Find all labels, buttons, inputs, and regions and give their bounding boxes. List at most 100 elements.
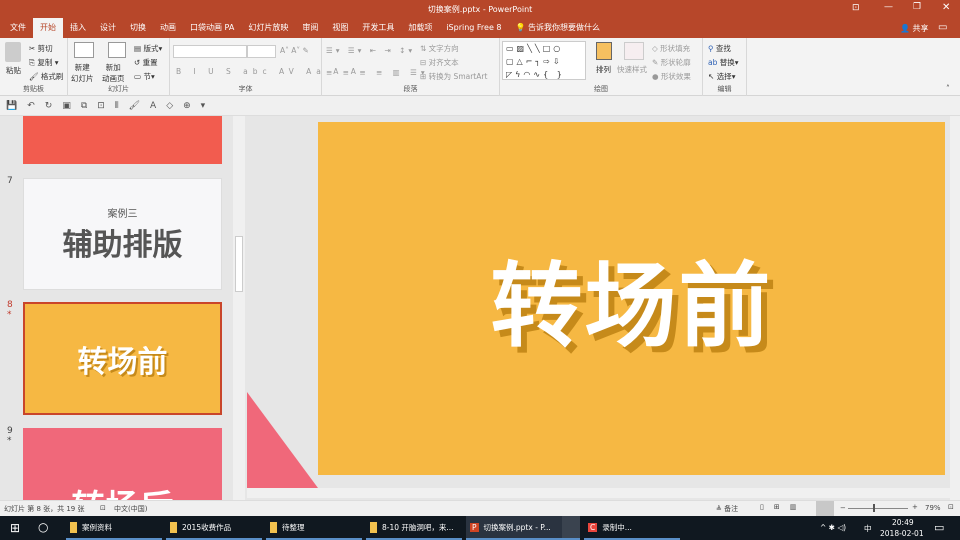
new-animation-page-icon[interactable] [108, 42, 126, 58]
find-button[interactable]: ⚲ 查找 [708, 43, 731, 54]
customize-icon[interactable]: ▾ [201, 101, 206, 111]
align-icon[interactable]: ⫴ [115, 101, 119, 111]
shape-fill-button[interactable]: ◇ 形状填充 [652, 43, 690, 54]
ribbon-display-icon[interactable]: ⊡ [852, 3, 860, 13]
zoom-out-button[interactable]: − [840, 504, 846, 512]
fill-icon[interactable]: ◇ [166, 101, 173, 111]
quick-styles-icon[interactable] [624, 42, 644, 60]
shapes-gallery[interactable]: ▭▨╲╲□○ ▢△⌐┐⇨⇩ ◸ϟ◠∿{ } [502, 41, 586, 80]
text-color-icon[interactable]: A [150, 101, 156, 111]
redo-icon[interactable]: ↻ [45, 101, 53, 111]
tab-animations[interactable]: 动画 [153, 18, 183, 38]
reset-button[interactable]: ↺ 重置 [134, 57, 158, 68]
restore-button[interactable]: ❐ [913, 2, 921, 12]
scrollbar-thumb[interactable] [235, 236, 243, 292]
section-button[interactable]: ▭ 节▾ [134, 71, 155, 82]
zoom-slider[interactable] [848, 508, 908, 509]
copy-button[interactable]: ⎘ 复制 ▾ [29, 57, 59, 68]
font-size-buttons[interactable]: A˄ A˅ ✎ [280, 46, 309, 55]
taskbar-item[interactable]: 案例资料 [66, 516, 162, 540]
notes-button[interactable]: ≜ 备注 [716, 504, 738, 514]
font-name-select[interactable] [173, 45, 247, 58]
slideshow-view-button[interactable] [816, 501, 834, 516]
tab-ispring[interactable]: iSpring Free 8 [439, 18, 508, 38]
tab-file[interactable]: 文件 [0, 18, 33, 38]
from-beginning-icon[interactable]: ▣ [62, 101, 71, 111]
comments-icon[interactable]: ▭ [938, 22, 947, 33]
new-animation-page-button[interactable]: 新加 动画页 [102, 62, 125, 84]
taskbar-item[interactable]: 2015收费作品 [166, 516, 262, 540]
taskbar-item[interactable]: 8-10 开脑洞吧，来... [366, 516, 462, 540]
replace-button[interactable]: ab 替换▾ [708, 57, 739, 68]
align-text-button[interactable]: ⊟ 对齐文本 [420, 57, 459, 68]
tab-slideshow[interactable]: 幻灯片放映 [241, 18, 295, 38]
zoom-level[interactable]: 79% [925, 504, 941, 512]
tab-transitions[interactable]: 切换 [123, 18, 153, 38]
save-icon[interactable]: 💾 [6, 101, 17, 111]
taskbar-item[interactable] [562, 516, 580, 540]
thumbnail-scrollbar[interactable] [233, 116, 245, 500]
notifications-icon[interactable]: ▭ [934, 521, 944, 534]
text-direction-button[interactable]: ⇅ 文字方向 [420, 43, 459, 54]
globe-icon[interactable]: ⊕ [183, 101, 191, 111]
slide-title[interactable]: 转场前 [490, 232, 772, 365]
tab-design[interactable]: 设计 [93, 18, 123, 38]
thumbnail-slide-6[interactable] [23, 116, 222, 164]
list-buttons[interactable]: ☰▾ ☰▾ ⇤ ⇥ ↕▾ [326, 46, 415, 55]
arrange-button[interactable]: 排列 [596, 64, 611, 75]
ime-indicator[interactable]: 中 [864, 523, 872, 534]
clock-date[interactable]: 2018-02-01 [880, 529, 924, 538]
paste-icon[interactable] [5, 42, 21, 62]
tab-insert[interactable]: 插入 [63, 18, 93, 38]
shapes-icon[interactable]: ⧉ [81, 101, 87, 111]
view-buttons[interactable]: ▯⊞▥ [760, 503, 806, 511]
group-icon[interactable]: ⊡ [97, 101, 105, 111]
vertical-scrollbar[interactable] [950, 116, 960, 500]
tray-icons[interactable]: ^ ✱ ◁) [820, 523, 846, 532]
tab-addins[interactable]: 加载项 [401, 18, 439, 38]
arrange-icon[interactable] [596, 42, 612, 60]
new-slide-button[interactable]: 新建 幻灯片 [71, 62, 94, 84]
format-painter-icon[interactable]: 🖌 [129, 101, 140, 111]
fit-slide-icon[interactable]: ⊡ [948, 503, 954, 511]
clock-time[interactable]: 20:49 [892, 518, 914, 527]
minimize-button[interactable]: — [884, 2, 893, 12]
layout-button[interactable]: ▤ 版式▾ [134, 43, 162, 54]
close-button[interactable]: ✕ [942, 2, 950, 13]
quick-styles-button[interactable]: 快速样式 [617, 64, 647, 75]
windows-start-icon[interactable]: ⊞ [10, 521, 20, 535]
select-button[interactable]: ↖ 选择▾ [708, 71, 735, 82]
taskbar-item[interactable]: P 切换案例.pptx - P... [466, 516, 562, 540]
format-painter-button[interactable]: 🖌 格式刷 [29, 71, 63, 82]
current-slide[interactable]: 转场前 [318, 122, 945, 475]
shape-effects-button[interactable]: ● 形状效果 [652, 71, 691, 82]
taskbar-item[interactable]: C 录制中... [584, 516, 680, 540]
shape-outline-button[interactable]: ✎ 形状轮廓 [652, 57, 691, 68]
font-size-select[interactable] [247, 45, 276, 58]
horizontal-scrollbar[interactable] [247, 488, 950, 498]
spellcheck-icon[interactable]: ⊡ [100, 504, 106, 512]
collapse-ribbon-icon[interactable]: ˄ [946, 84, 950, 93]
thumbnail-slide-7[interactable]: 案例三 辅助排版 [23, 178, 222, 290]
taskbar-item[interactable]: 待整理 [266, 516, 362, 540]
tab-pocket-animation[interactable]: 口袋动画 PA [183, 18, 241, 38]
language[interactable]: 中文(中国) [114, 504, 147, 514]
tab-developer[interactable]: 开发工具 [355, 18, 401, 38]
search-circle-icon[interactable]: ○ [38, 520, 48, 534]
new-slide-icon[interactable] [74, 42, 94, 58]
thumbnail-slide-9[interactable]: 转场后 [23, 428, 222, 500]
tab-view[interactable]: 视图 [325, 18, 355, 38]
tab-home[interactable]: 开始 [33, 18, 63, 38]
thumbnail-slide-8[interactable]: 转场前 [23, 302, 222, 415]
paste-button[interactable]: 粘贴 [6, 65, 21, 76]
zoom-slider-thumb[interactable] [873, 504, 875, 512]
tab-review[interactable]: 审阅 [295, 18, 325, 38]
smartart-button[interactable]: ⊞ 转换为 SmartArt [420, 71, 487, 82]
undo-icon[interactable]: ↶ [27, 101, 35, 111]
zoom-in-button[interactable]: + [912, 503, 918, 511]
share-button[interactable]: 👤 共享 [900, 23, 929, 34]
align-buttons[interactable]: ≡ ≡ ≡ ≡ ▥ ☰▾ [326, 68, 429, 77]
pink-triangle-shape[interactable] [247, 392, 318, 488]
tell-me-search[interactable]: 💡 告诉我你想要做什么 [509, 18, 608, 38]
cut-button[interactable]: ✂ 剪切 [29, 43, 53, 54]
